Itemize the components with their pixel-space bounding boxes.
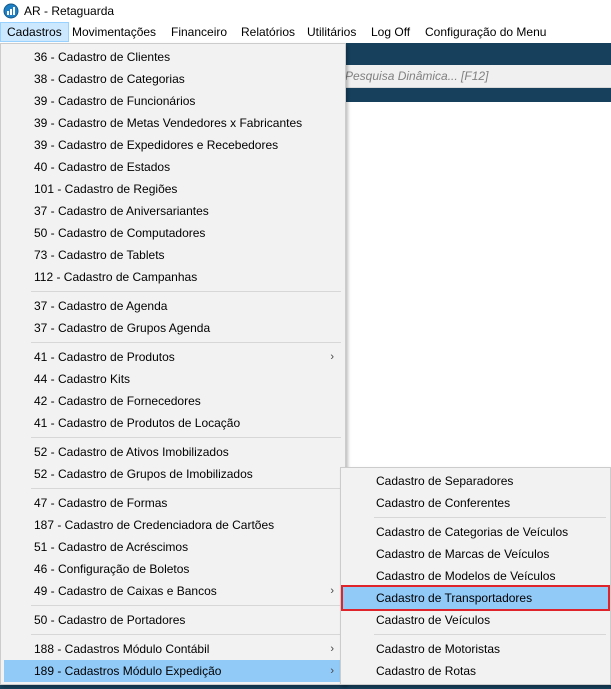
submenu-item-categorias-veiculos[interactable]: Cadastro de Categorias de Veículos xyxy=(343,521,608,543)
menu-separator xyxy=(374,634,606,635)
menu-item-tablets[interactable]: 73 - Cadastro de Tablets xyxy=(4,244,340,266)
menu-item-caixas-bancos[interactable]: 49 - Cadastro de Caixas e Bancos › xyxy=(4,580,340,602)
menu-item-campanhas[interactable]: 112 - Cadastro de Campanhas xyxy=(4,266,340,288)
menu-separator xyxy=(31,437,341,438)
chevron-right-icon: › xyxy=(330,665,334,677)
chevron-right-icon: › xyxy=(330,585,334,597)
menu-item-label: 49 - Cadastro de Caixas e Bancos xyxy=(34,584,217,598)
menu-item-formas[interactable]: 47 - Cadastro de Formas xyxy=(4,492,340,514)
menu-item-label: 189 - Cadastros Módulo Expedição xyxy=(34,664,222,678)
submenu-item-marcas-veiculos[interactable]: Cadastro de Marcas de Veículos xyxy=(343,543,608,565)
menu-item-modulo-contabil[interactable]: 188 - Cadastros Módulo Contábil › xyxy=(4,638,340,660)
menu-configuracao-do-menu[interactable]: Configuração do Menu xyxy=(419,22,552,42)
submenu-item-modelos-veiculos[interactable]: Cadastro de Modelos de Veículos xyxy=(343,565,608,587)
menu-item-fornecedores[interactable]: 42 - Cadastro de Fornecedores xyxy=(4,390,340,412)
menu-item-ativos-imobilizados[interactable]: 52 - Cadastro de Ativos Imobilizados xyxy=(4,441,340,463)
menu-item-grupos-agenda[interactable]: 37 - Cadastro de Grupos Agenda xyxy=(4,317,340,339)
menu-item-label: 188 - Cadastros Módulo Contábil xyxy=(34,642,210,656)
window-title: AR - Retaguarda xyxy=(24,4,115,18)
menu-separator xyxy=(31,634,341,635)
menu-item-regioes[interactable]: 101 - Cadastro de Regiões xyxy=(4,178,340,200)
menu-item-estados[interactable]: 40 - Cadastro de Estados xyxy=(4,156,340,178)
submenu-item-conferentes[interactable]: Cadastro de Conferentes xyxy=(343,492,608,514)
menu-item-modulo-expedicao[interactable]: 189 - Cadastros Módulo Expedição › xyxy=(4,660,340,682)
menu-item-portadores[interactable]: 50 - Cadastro de Portadores xyxy=(4,609,340,631)
menu-separator xyxy=(31,291,341,292)
menu-item-produtos-locacao[interactable]: 41 - Cadastro de Produtos de Locação xyxy=(4,412,340,434)
cadastros-dropdown: 36 - Cadastro de Clientes 38 - Cadastro … xyxy=(0,43,346,685)
menu-item-clientes[interactable]: 36 - Cadastro de Clientes xyxy=(4,46,340,68)
menu-item-aniversariantes[interactable]: 37 - Cadastro de Aniversariantes xyxy=(4,200,340,222)
menu-financeiro[interactable]: Financeiro xyxy=(165,22,233,42)
menu-utilitarios[interactable]: Utilitários xyxy=(301,22,362,42)
chevron-right-icon: › xyxy=(330,351,334,363)
menu-separator xyxy=(31,605,341,606)
menu-separator xyxy=(31,342,341,343)
submenu-item-separadores[interactable]: Cadastro de Separadores xyxy=(343,470,608,492)
menu-item-funcionarios[interactable]: 39 - Cadastro de Funcionários xyxy=(4,90,340,112)
menu-separator xyxy=(374,517,606,518)
submenu-item-rotas[interactable]: Cadastro de Rotas xyxy=(343,660,608,682)
app-logo-icon xyxy=(3,3,19,19)
menu-cadastros[interactable]: Cadastros xyxy=(0,22,69,42)
menu-item-computadores[interactable]: 50 - Cadastro de Computadores xyxy=(4,222,340,244)
menu-bar: Cadastros Movimentações Financeiro Relat… xyxy=(0,22,611,43)
menu-item-label: 41 - Cadastro de Produtos xyxy=(34,350,175,364)
menu-item-expedidores[interactable]: 39 - Cadastro de Expedidores e Recebedor… xyxy=(4,134,340,156)
submenu-item-veiculos[interactable]: Cadastro de Veículos xyxy=(343,609,608,631)
menu-item-categorias[interactable]: 38 - Cadastro de Categorias xyxy=(4,68,340,90)
menu-item-produtos[interactable]: 41 - Cadastro de Produtos › xyxy=(4,346,340,368)
menu-log-off[interactable]: Log Off xyxy=(365,22,416,42)
menu-item-grupos-imobilizados[interactable]: 52 - Cadastro de Grupos de Imobilizados xyxy=(4,463,340,485)
search-input[interactable]: Pesquisa Dinâmica... [F12] xyxy=(345,69,488,83)
menu-separator xyxy=(31,488,341,489)
menu-item-kits[interactable]: 44 - Cadastro Kits xyxy=(4,368,340,390)
submenu-item-motoristas[interactable]: Cadastro de Motoristas xyxy=(343,638,608,660)
menu-item-boletos[interactable]: 46 - Configuração de Boletos xyxy=(4,558,340,580)
menu-item-credenciadora-cartoes[interactable]: 187 - Cadastro de Credenciadora de Cartõ… xyxy=(4,514,340,536)
title-bar: AR - Retaguarda xyxy=(0,0,611,22)
menu-item-agenda[interactable]: 37 - Cadastro de Agenda xyxy=(4,295,340,317)
expedicao-submenu: Cadastro de Separadores Cadastro de Conf… xyxy=(340,467,611,685)
submenu-item-transportadores[interactable]: Cadastro de Transportadores xyxy=(341,585,610,611)
menu-movimentacoes[interactable]: Movimentações xyxy=(66,22,162,42)
chevron-right-icon: › xyxy=(330,643,334,655)
menu-relatorios[interactable]: Relatórios xyxy=(235,22,301,42)
menu-item-acrescimos[interactable]: 51 - Cadastro de Acréscimos xyxy=(4,536,340,558)
menu-item-metas[interactable]: 39 - Cadastro de Metas Vendedores x Fabr… xyxy=(4,112,340,134)
